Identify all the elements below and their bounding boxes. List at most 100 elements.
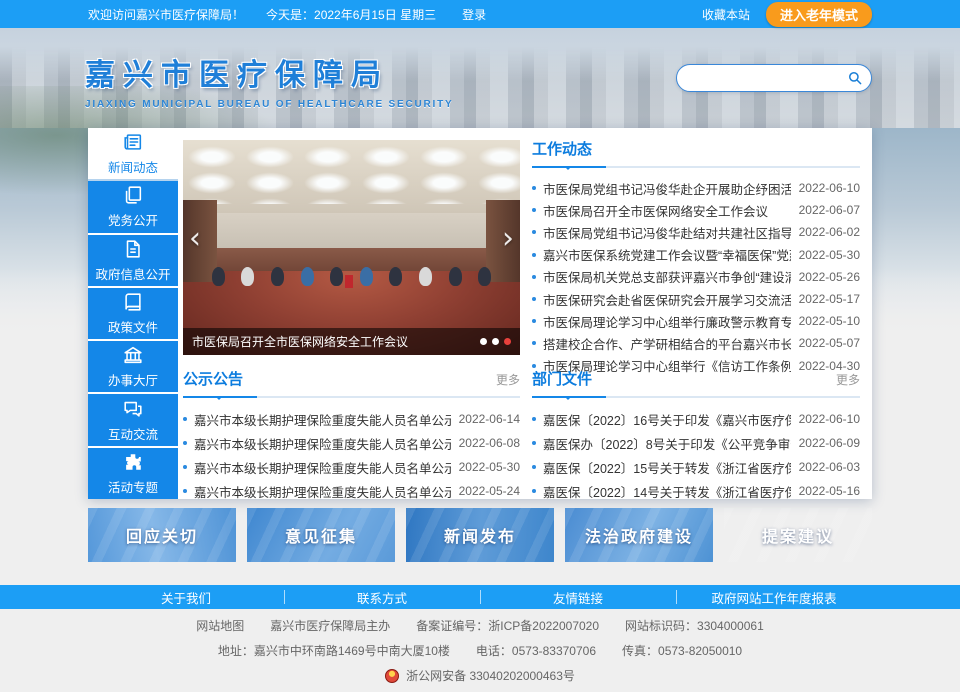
news-item-title: 嘉医保〔2022〕14号关于转发《浙江省医疗保...	[543, 482, 791, 501]
footer-info: 网站地图 嘉兴市医疗保障局主办 备案证编号：浙ICP备2022007020 网站…	[0, 617, 960, 692]
news-item-date: 2022-06-03	[799, 460, 860, 474]
more-link[interactable]: 更多	[496, 371, 520, 388]
section-header: 工作动态	[532, 138, 860, 168]
banner-label: 回应关切	[126, 523, 198, 547]
section-title: 部门文件	[532, 368, 592, 389]
footer-nav-item[interactable]: 政府网站工作年度报表	[676, 585, 872, 609]
sidebar-item[interactable]: 办事大厅	[88, 341, 178, 392]
footer-nav-item[interactable]: 友情链接	[480, 585, 676, 609]
footer-phone-text: 电话：0573-83370706	[476, 642, 596, 659]
news-item[interactable]: 嘉医保〔2022〕15号关于转发《浙江省医疗保... 2022-06-03	[532, 455, 860, 479]
bullet-icon	[532, 489, 536, 493]
work-news-list: 市医保局党组书记冯俊华赴企开展助企纾困活动 2022-06-10 市医保局召开全…	[532, 177, 860, 377]
news-item[interactable]: 嘉兴市本级长期护理保险重度失能人员名单公示（2... 2022-06-08	[183, 431, 520, 455]
book-icon	[122, 291, 144, 313]
login-link[interactable]: 登录	[462, 6, 486, 23]
news-item[interactable]: 市医保局理论学习中心组举行廉政警示教育专题学习... 2022-05-10	[532, 310, 860, 332]
search-input[interactable]	[689, 70, 839, 86]
sitemap-link[interactable]: 网站地图	[196, 617, 244, 634]
elder-mode-button[interactable]: 进入老年模式	[766, 2, 872, 27]
banner-label: 新闻发布	[444, 523, 516, 547]
site-title: 嘉兴市医疗保障局	[85, 50, 454, 94]
news-item-title: 嘉兴市本级长期护理保险重度失能人员名单公示（2...	[194, 434, 451, 453]
sidebar-item[interactable]: 互动交流	[88, 394, 178, 445]
sidebar-item[interactable]: 活动专题	[88, 448, 178, 499]
banner-link[interactable]: 新闻发布	[406, 508, 554, 562]
news-item-date: 2022-05-24	[459, 484, 520, 498]
news-item[interactable]: 市医保研究会赴省医保研究会开展学习交流活动 2022-05-17	[532, 288, 860, 310]
site-subtitle: JIAXING MUNICIPAL BUREAU OF HEALTHCARE S…	[85, 99, 454, 110]
bullet-icon	[532, 297, 536, 301]
favorite-link[interactable]: 收藏本站	[702, 6, 750, 23]
news-item[interactable]: 搭建校企合作、产学研相结合的平台嘉兴市长期护理... 2022-05-07	[532, 332, 860, 354]
carousel-caption-text: 市医保局召开全市医保网络安全工作会议	[192, 333, 472, 350]
news-item-title: 市医保局机关党总支部获评嘉兴市争创“建设清廉机...	[543, 267, 791, 286]
banner-link[interactable]: 提案建议	[724, 508, 872, 562]
footer-nav-item[interactable]: 联系方式	[284, 585, 480, 609]
sidebar-item[interactable]: 党务公开	[88, 181, 178, 232]
news-item[interactable]: 嘉医保〔2022〕16号关于印发《嘉兴市医疗保... 2022-06-10	[532, 407, 860, 431]
news-item[interactable]: 嘉兴市本级长期护理保险重度失能人员名单公示（2... 2022-05-24	[183, 479, 520, 503]
news-item[interactable]: 市医保局召开全市医保网络安全工作会议 2022-06-07	[532, 199, 860, 221]
carousel-dot[interactable]	[492, 338, 499, 345]
section-header: 公示公告 更多	[183, 368, 520, 398]
sidebar-item-label: 新闻动态	[108, 157, 158, 176]
footer-icp-text: 备案证编号：浙ICP备2022007020	[416, 617, 599, 634]
red-flag	[345, 275, 353, 288]
sidebar-item-label: 党务公开	[108, 210, 158, 229]
sidebar-item[interactable]: 新闻动态	[88, 128, 178, 179]
puzzle-icon	[122, 451, 144, 473]
search-button[interactable]	[839, 65, 871, 91]
news-item[interactable]: 嘉兴市医保系统党建工作会议暨“幸福医保”党建联... 2022-05-30	[532, 244, 860, 266]
bullet-icon	[532, 319, 536, 323]
banner-label: 意见征集	[285, 523, 357, 547]
news-item[interactable]: 嘉医保办〔2022〕8号关于印发《公平竞争审查... 2022-06-09	[532, 431, 860, 455]
banner-label: 提案建议	[762, 523, 834, 547]
bank-icon	[122, 344, 144, 366]
news-item[interactable]: 市医保局党组书记冯俊华赴企开展助企纾困活动 2022-06-10	[532, 177, 860, 199]
news-item-date: 2022-06-08	[459, 436, 520, 450]
bullet-icon	[532, 253, 536, 257]
section-underline-arrow	[564, 166, 572, 174]
bullet-icon	[532, 441, 536, 445]
date-text: 今天是：2022年6月15日 星期三	[266, 6, 436, 23]
sidebar-item[interactable]: 政府信息公开	[88, 235, 178, 286]
newspaper-icon	[122, 131, 144, 153]
news-item-title: 嘉兴市本级长期护理保险重度失能人员名单公示（2...	[194, 482, 451, 501]
bullet-icon	[532, 208, 536, 212]
section-notices: 公示公告 更多 嘉兴市本级长期护理保险重度失能人员名单公示（2... 2022-…	[183, 368, 520, 503]
news-item[interactable]: 嘉兴市本级长期护理保险重度失能人员名单公示（2... 2022-06-14	[183, 407, 520, 431]
news-item-title: 嘉兴市医保系统党建工作会议暨“幸福医保”党建联...	[543, 245, 791, 264]
news-item-title: 嘉兴市本级长期护理保险重度失能人员名单公示（2...	[194, 458, 451, 477]
news-item-date: 2022-05-10	[799, 314, 860, 328]
news-carousel[interactable]: ‹ › 市医保局召开全市医保网络安全工作会议	[183, 140, 520, 355]
banner-link[interactable]: 法治政府建设	[565, 508, 713, 562]
sidebar-item[interactable]: 政策文件	[88, 288, 178, 339]
carousel-dot[interactable]	[504, 338, 511, 345]
security-record-text: 浙公网安备 33040202000463号	[406, 667, 575, 684]
news-item[interactable]: 嘉兴市本级长期护理保险重度失能人员名单公示（2... 2022-05-30	[183, 455, 520, 479]
sidebar-item-label: 活动专题	[108, 477, 158, 496]
carousel-caption[interactable]: 市医保局召开全市医保网络安全工作会议	[183, 328, 520, 355]
footer-address-text: 地址：嘉兴市中环南路1469号中南大厦10楼	[218, 642, 450, 659]
banner-link[interactable]: 意见征集	[247, 508, 395, 562]
carousel-prev-button[interactable]: ‹	[189, 224, 201, 254]
bullet-icon	[532, 417, 536, 421]
news-item-title: 嘉医保〔2022〕16号关于印发《嘉兴市医疗保...	[543, 410, 791, 429]
news-item[interactable]: 嘉医保〔2022〕14号关于转发《浙江省医疗保... 2022-05-16	[532, 479, 860, 503]
section-dept-files: 部门文件 更多 嘉医保〔2022〕16号关于印发《嘉兴市医疗保... 2022-…	[532, 368, 860, 503]
sidebar: 新闻动态 党务公开 政府信息公开 政策文件 办事大厅 互动交流 活动专题	[88, 128, 178, 499]
news-item[interactable]: 市医保局机关党总支部获评嘉兴市争创“建设清廉机... 2022-05-26	[532, 266, 860, 288]
news-item[interactable]: 市医保局党组书记冯俊华赴结对共建社区指导全国文... 2022-06-02	[532, 221, 860, 243]
more-link[interactable]: 更多	[836, 371, 860, 388]
carousel-dot[interactable]	[480, 338, 487, 345]
carousel-next-button[interactable]: ›	[502, 224, 514, 254]
bullet-icon	[183, 417, 187, 421]
banner-link[interactable]: 回应关切	[88, 508, 236, 562]
news-item-title: 市医保局党组书记冯俊华赴结对共建社区指导全国文...	[543, 223, 791, 242]
site-logo: 嘉兴市医疗保障局 JIAXING MUNICIPAL BUREAU OF HEA…	[85, 50, 454, 110]
news-item-date: 2022-06-14	[459, 412, 520, 426]
footer-nav-item[interactable]: 关于我们	[88, 585, 284, 609]
bullet-icon	[532, 186, 536, 190]
main-content-card: 新闻动态 党务公开 政府信息公开 政策文件 办事大厅 互动交流 活动专题	[88, 128, 872, 499]
